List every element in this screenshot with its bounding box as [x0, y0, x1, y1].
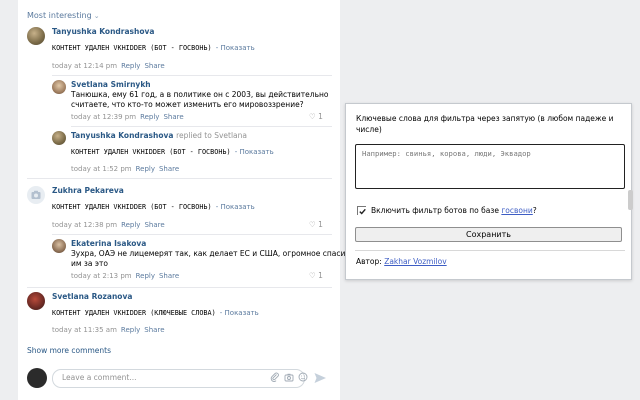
bot-filter-label: Включить фильтр ботов по базе госвони?: [371, 206, 537, 215]
like-count: 1: [318, 220, 323, 229]
avatar[interactable]: [52, 239, 66, 253]
sort-dropdown[interactable]: Most interesting ⌄: [27, 11, 100, 20]
timestamp[interactable]: today at 1:52 pm: [71, 165, 132, 173]
comment: Zukhra Pekareva КОНТЕНТ УДАЛЕН VKHIDDER …: [27, 186, 332, 232]
author-name[interactable]: Svetlana Rozanova: [52, 292, 132, 301]
timestamp[interactable]: today at 12:14 pm: [52, 62, 117, 70]
sort-label: Most interesting: [27, 11, 92, 20]
bot-filter-checkbox[interactable]: [357, 206, 367, 216]
scrollbar[interactable]: [628, 190, 633, 210]
reply-button[interactable]: Reply: [140, 113, 159, 121]
paperclip-icon[interactable]: [270, 372, 280, 382]
timestamp[interactable]: today at 11:35 am: [52, 326, 117, 334]
comment-text: КОНТЕНТ УДАЛЕН VKHIDDER (КЛЮЧЕВЫЕ СЛОВА)…: [52, 309, 259, 317]
camera-icon: [31, 190, 41, 199]
reply-button[interactable]: Reply: [121, 62, 140, 70]
save-button[interactable]: Сохранить: [355, 227, 622, 242]
share-button[interactable]: Share: [159, 272, 179, 280]
checkmark-icon: [358, 207, 367, 216]
replied-to[interactable]: replied to Svetlana: [176, 131, 247, 140]
author-name[interactable]: Svetlana Smirnykh: [71, 80, 151, 89]
avatar[interactable]: [52, 80, 66, 94]
reply-button[interactable]: Reply: [121, 326, 140, 334]
gosvoni-link[interactable]: госвони: [501, 206, 532, 215]
reply-button[interactable]: Reply: [121, 221, 140, 229]
comment-meta: today at 12:39 pm Reply Share: [71, 113, 184, 121]
timestamp[interactable]: today at 2:13 pm: [71, 272, 132, 280]
share-button[interactable]: Share: [159, 165, 179, 173]
comment-meta: today at 11:35 am Reply Share: [52, 326, 165, 334]
filter-settings-popup: Ключевые слова для фильтра через запятую…: [345, 103, 632, 280]
like-count: 1: [318, 112, 323, 121]
show-link[interactable]: - Показать: [216, 203, 255, 211]
author-name[interactable]: Tanyushka Kondrashova replied to Svetlan…: [71, 131, 247, 140]
show-link[interactable]: - Показать: [220, 309, 259, 317]
share-button[interactable]: Share: [144, 221, 164, 229]
avatar[interactable]: [27, 186, 45, 204]
comment-text: Зухра, ОАЭ не лицемерят так, как делает …: [71, 249, 355, 258]
comment-text: считаете, что кто-то может изменить его …: [71, 100, 304, 109]
share-button[interactable]: Share: [163, 113, 183, 121]
divider: [52, 234, 332, 235]
like-button[interactable]: ♡ 1: [309, 271, 323, 280]
heart-icon: ♡: [309, 271, 316, 280]
comment-text: КОНТЕНТ УДАЛЕН VKHIDDER (БОТ - ГОСВОНЬ) …: [52, 44, 255, 52]
divider: [52, 75, 332, 76]
divider: [27, 287, 332, 288]
comments-panel: Most interesting ⌄ Tanyushka Kondrashova …: [18, 0, 355, 400]
author-link[interactable]: Zakhar Vozmilov: [384, 257, 446, 266]
avatar[interactable]: [27, 292, 45, 310]
reply-button[interactable]: Reply: [136, 272, 155, 280]
comment-composer: Leave a comment...: [27, 368, 327, 390]
smile-icon[interactable]: [298, 372, 308, 382]
author-name[interactable]: Tanyushka Kondrashova: [52, 27, 154, 36]
comment-text: Танюшка, ему 61 год, а в политике он с 2…: [71, 90, 329, 99]
comment: Tanyushka Kondrashova replied to Svetlan…: [52, 131, 332, 175]
heart-icon: ♡: [309, 112, 316, 121]
timestamp[interactable]: today at 12:39 pm: [71, 113, 136, 121]
keywords-textarea[interactable]: Например: свинья, корова, люди, Эквадор: [355, 144, 625, 189]
camera-icon[interactable]: [284, 372, 294, 382]
like-button[interactable]: ♡ 1: [309, 112, 323, 121]
divider: [355, 250, 625, 251]
comment-meta: today at 12:14 pm Reply Share: [52, 62, 165, 70]
like-count: 1: [318, 271, 323, 280]
show-link[interactable]: - Показать: [216, 44, 255, 52]
show-link[interactable]: - Показать: [235, 148, 274, 156]
comment: Ekaterina Isakova Зухра, ОАЭ не лицемеря…: [52, 239, 355, 284]
keywords-label: Ключевые слова для фильтра через запятую…: [356, 114, 614, 134]
divider: [27, 178, 332, 179]
comment-meta: today at 2:13 pm Reply Share: [71, 272, 179, 280]
send-icon[interactable]: [313, 371, 327, 385]
show-more-comments[interactable]: Show more comments: [27, 346, 111, 355]
share-button[interactable]: Share: [144, 62, 164, 70]
comment: Svetlana Rozanova КОНТЕНТ УДАЛЕН VKHIDDE…: [27, 292, 332, 338]
avatar[interactable]: [27, 368, 47, 388]
heart-icon: ♡: [309, 220, 316, 229]
timestamp[interactable]: today at 12:38 pm: [52, 221, 117, 229]
divider: [71, 126, 332, 127]
comment-text: КОНТЕНТ УДАЛЕН VKHIDDER (БОТ - ГОСВОНЬ) …: [71, 148, 274, 156]
avatar[interactable]: [52, 131, 66, 145]
comment-meta: today at 1:52 pm Reply Share: [71, 165, 179, 173]
chevron-down-icon: ⌄: [93, 12, 100, 20]
comment-text: КОНТЕНТ УДАЛЕН VKHIDDER (БОТ - ГОСВОНЬ) …: [52, 203, 255, 211]
comment: Tanyushka Kondrashova КОНТЕНТ УДАЛЕН VKH…: [27, 27, 332, 73]
comment-meta: today at 12:38 pm Reply Share: [52, 221, 165, 229]
reply-button[interactable]: Reply: [136, 165, 155, 173]
comment-input[interactable]: Leave a comment...: [52, 369, 305, 388]
share-button[interactable]: Share: [144, 326, 164, 334]
like-button[interactable]: ♡ 1: [309, 220, 323, 229]
comment-text: им за это: [71, 259, 108, 268]
avatar[interactable]: [27, 27, 45, 45]
author-credit: Автор: Zakhar Vozmilov: [356, 257, 447, 266]
comment: Svetlana Smirnykh Танюшка, ему 61 год, а…: [52, 80, 332, 125]
author-name[interactable]: Ekaterina Isakova: [71, 239, 146, 248]
author-name[interactable]: Zukhra Pekareva: [52, 186, 124, 195]
